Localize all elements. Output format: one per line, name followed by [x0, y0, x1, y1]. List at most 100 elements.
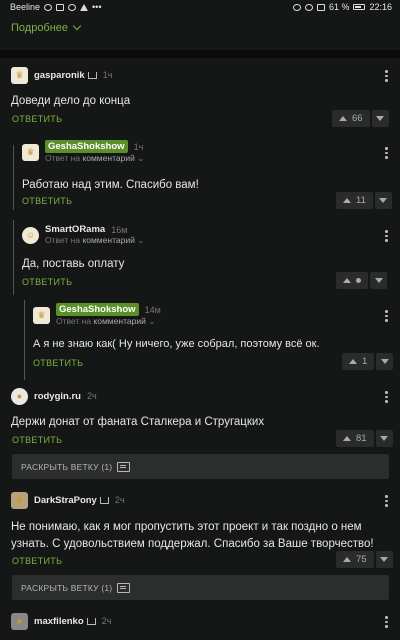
vote-controls: 11	[336, 192, 392, 209]
expand-thread-button[interactable]: РАСКРЫТЬ ВЕТКУ (1)	[12, 575, 389, 600]
reply-button[interactable]: ОТВЕТИТЬ	[12, 114, 62, 124]
avatar[interactable]: ●	[11, 612, 28, 630]
upvote-button[interactable]: 81	[336, 430, 374, 447]
clock: 22:16	[369, 2, 392, 12]
avatar[interactable]: ☺	[22, 226, 39, 244]
comment-text: Работаю над этим. Спасибо вам!	[22, 179, 199, 191]
downvote-icon	[374, 278, 383, 283]
reply-to-label[interactable]: Ответ на комментарий ⌄	[45, 235, 144, 246]
comment: ☺ SmartORama 16м Ответ на комментарий ⌄ …	[22, 224, 389, 273]
downvote-button[interactable]	[375, 551, 393, 568]
more-link[interactable]: Подробнее	[11, 21, 82, 34]
crown-icon	[99, 496, 109, 504]
avatar[interactable]: ♛	[33, 306, 50, 324]
telegram-icon	[80, 3, 89, 11]
alarm-icon	[304, 3, 313, 11]
more-options-icon[interactable]	[385, 616, 389, 628]
reply-to-label[interactable]: Ответ на комментарий ⌄	[45, 153, 144, 164]
comment: ♛ gasparonik 1ч Доведи дело до конца	[11, 66, 389, 110]
upvote-button[interactable]: 1	[342, 353, 375, 370]
more-options-icon[interactable]	[385, 310, 389, 322]
downvote-button[interactable]	[376, 353, 394, 370]
upvote-button[interactable]: 11	[336, 192, 373, 209]
more-options-icon[interactable]	[385, 391, 389, 403]
downvote-icon	[376, 116, 385, 121]
reply-button[interactable]: ОТВЕТИТЬ	[22, 196, 72, 206]
username[interactable]: DarkStraPony	[34, 495, 97, 506]
username[interactable]: SmartORama	[45, 224, 105, 235]
upvote-icon	[343, 198, 351, 203]
upvote-icon	[349, 359, 357, 364]
comment-time: 2ч	[114, 495, 125, 505]
comment: ● maxfilenko 2ч	[11, 612, 389, 630]
comment-time: 1ч	[102, 70, 113, 80]
reply-button[interactable]: ОТВЕТИТЬ	[12, 435, 62, 445]
avatar[interactable]: ●	[11, 387, 28, 405]
more-link-label: Подробнее	[11, 22, 69, 34]
vk-icon	[68, 3, 77, 11]
upvote-icon	[339, 116, 347, 121]
comment: ♛ GeshaShokshow 1ч Ответ на комментарий …	[22, 140, 389, 194]
downvote-button[interactable]	[375, 430, 393, 447]
reply-button[interactable]: ОТВЕТИТЬ	[22, 277, 72, 287]
more-options-icon[interactable]	[385, 230, 389, 242]
battery-icon	[353, 4, 366, 10]
comments-icon	[117, 461, 131, 472]
vote-controls: 81	[336, 430, 393, 447]
expand-thread-button[interactable]: РАСКРЫТЬ ВЕТКУ (1)	[12, 454, 389, 479]
downvote-icon	[380, 436, 389, 441]
vote-score: 66	[352, 113, 363, 124]
reply-button[interactable]: ОТВЕТИТЬ	[33, 358, 83, 368]
upvote-button[interactable]: 75	[336, 551, 374, 568]
upvote-icon	[343, 278, 351, 283]
downvote-button[interactable]	[371, 110, 389, 127]
crown-icon	[86, 617, 96, 625]
vote-controls	[336, 272, 387, 289]
avatar[interactable]: ♞	[11, 491, 28, 509]
username[interactable]: rodygin.ru	[34, 391, 81, 402]
vote-score: 11	[356, 195, 366, 206]
username[interactable]: gasparonik	[34, 70, 85, 81]
downvote-icon	[380, 557, 389, 562]
more-options-icon[interactable]	[385, 495, 389, 507]
upvote-icon	[343, 557, 351, 562]
comment-text: А я не знаю как( Ну ничего, уже собрал, …	[33, 338, 320, 350]
upvote-icon	[343, 436, 351, 441]
comment-time: 1ч	[133, 141, 144, 152]
battery-percent: 61 %	[328, 2, 350, 12]
vote-controls: 75	[336, 551, 393, 568]
comment-time: 2ч	[86, 391, 97, 401]
comment-time: 16м	[111, 224, 128, 235]
username[interactable]: GeshaShokshow	[56, 303, 139, 316]
expand-thread-label: РАСКРЫТЬ ВЕТКУ (1)	[21, 582, 113, 593]
upvote-button[interactable]	[336, 272, 368, 289]
more-notifications-icon: •••	[92, 2, 102, 12]
expand-thread-label: РАСКРЫТЬ ВЕТКУ (1)	[21, 461, 113, 472]
reply-to-label[interactable]: Ответ на комментарий ⌄	[56, 316, 161, 327]
comments-icon	[117, 582, 131, 593]
thread-line	[13, 220, 14, 295]
comment-time: 14м	[144, 304, 161, 315]
more-options-icon[interactable]	[385, 70, 389, 82]
comment: ♞ DarkStraPony 2ч Не понимаю, как я мог …	[11, 491, 389, 553]
downvote-button[interactable]	[370, 272, 387, 289]
vote-score: 75	[356, 554, 367, 565]
vote-score: 1	[362, 356, 368, 367]
section-divider	[0, 50, 400, 58]
comment: ● rodygin.ru 2ч Держи донат от фаната Ст…	[11, 387, 389, 431]
reply-button[interactable]: ОТВЕТИТЬ	[12, 556, 62, 566]
downvote-button[interactable]	[374, 192, 392, 209]
comment-text: Да, поставь оплату	[22, 258, 125, 270]
whatsapp-icon	[44, 3, 53, 11]
avatar[interactable]: ♛	[22, 143, 39, 161]
upvote-button[interactable]: 66	[332, 110, 370, 127]
downvote-icon	[379, 198, 388, 203]
comment-text: Не понимаю, как я мог пропустить этот пр…	[11, 521, 374, 550]
username[interactable]: GeshaShokshow	[45, 140, 128, 153]
chevron-down-icon	[72, 21, 82, 31]
more-options-icon[interactable]	[385, 147, 389, 159]
vote-controls: 1	[342, 353, 394, 370]
username[interactable]: maxfilenko	[34, 616, 84, 627]
comment: ♛ GeshaShokshow 14м Ответ на комментарий…	[33, 303, 389, 353]
avatar[interactable]: ♛	[11, 66, 28, 84]
